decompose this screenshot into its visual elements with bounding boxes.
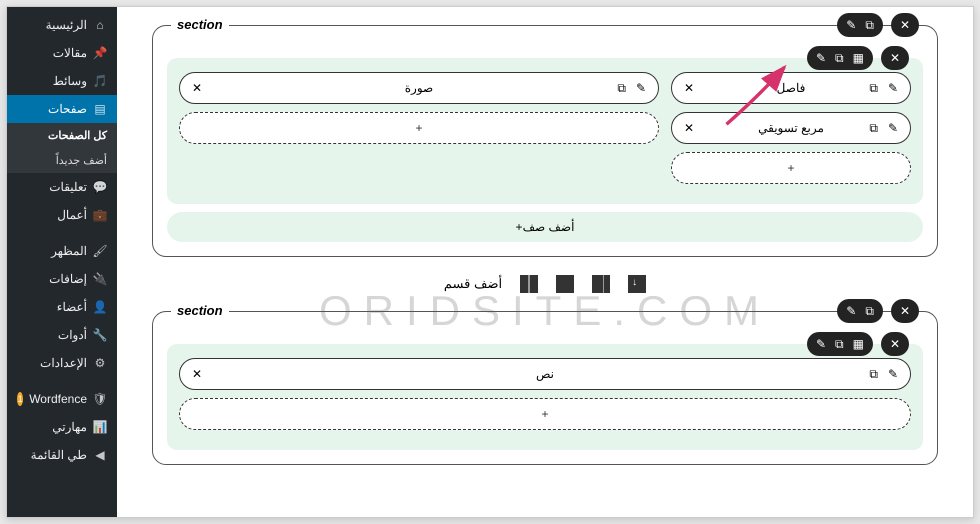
briefcase-icon: 💼 (93, 208, 107, 222)
sidebar-item-comments[interactable]: 💬تعليقات (7, 173, 117, 201)
shield-icon: 🛡 (93, 392, 107, 406)
close-icon[interactable]: ✕ (900, 304, 910, 318)
sidebar-item-posts[interactable]: 📌مقالات (7, 39, 117, 67)
clone-icon[interactable]: ⧉ (835, 337, 844, 352)
brush-icon: 🖌 (93, 244, 107, 258)
columns-icon[interactable]: ▦ (853, 337, 864, 351)
user-icon: 👤 (93, 300, 107, 314)
sidebar-sub-all-pages[interactable]: كل الصفحات (7, 123, 117, 148)
gear-icon: ⚙ (93, 356, 107, 370)
clone-icon[interactable]: ⧉ (869, 81, 878, 96)
sidebar-item-appearance[interactable]: 🖌المظهر (7, 237, 117, 265)
sidebar-item-skills[interactable]: 📊مهارتي (7, 413, 117, 441)
pin-icon: 📌 (93, 46, 107, 60)
sidebar-sub-add-new[interactable]: أضف جديداً (7, 148, 117, 173)
edit-icon[interactable]: ✎ (888, 121, 898, 136)
clone-icon[interactable]: ⧉ (869, 121, 878, 136)
add-element[interactable]: + (671, 152, 911, 184)
edit-icon[interactable]: ✎ (846, 18, 856, 32)
sidebar-item-wordfence[interactable]: 🛡Wordfence1 (7, 385, 117, 413)
row-2: ✎⧉▦ ✕ ✎⧉ نص ✕ + (167, 344, 923, 450)
sidebar-item-home[interactable]: ⌂الرئيسية (7, 11, 117, 39)
layout-icon-1col[interactable] (556, 275, 574, 293)
add-element[interactable]: + (179, 112, 659, 144)
section-2: section ✎⧉ ✕ ✎⧉▦ ✕ ✎⧉ نص ✕ + (152, 311, 938, 465)
notification-badge: 1 (17, 392, 23, 406)
element-text[interactable]: ✎⧉ نص ✕ (179, 358, 911, 390)
sidebar-item-media[interactable]: 🎵وسائط (7, 67, 117, 95)
edit-icon[interactable]: ✎ (636, 81, 646, 96)
element-divider[interactable]: ✎⧉ فاصل ✕ (671, 72, 911, 104)
sidebar-item-settings[interactable]: ⚙الإعدادات (7, 349, 117, 377)
add-section-bar: أضف قسم (152, 275, 938, 293)
sidebar-item-pages[interactable]: ▤صفحات (7, 95, 117, 123)
add-element[interactable]: + (179, 398, 911, 430)
clone-icon[interactable]: ⧉ (865, 18, 874, 33)
clone-icon[interactable]: ⧉ (617, 81, 626, 96)
close-icon[interactable]: ✕ (684, 121, 694, 135)
clone-icon[interactable]: ⧉ (865, 304, 874, 319)
columns-icon[interactable]: ▦ (853, 51, 864, 65)
layout-icon-2col[interactable] (520, 275, 538, 293)
sidebar-item-plugins[interactable]: 🔌إضافات (7, 265, 117, 293)
page-builder: ORIDSITE.COM section ✎⧉ ✕ ✎⧉▦ ✕ ✎⧉ صورة … (117, 7, 973, 517)
media-icon: 🎵 (93, 74, 107, 88)
clone-icon[interactable]: ⧉ (869, 367, 878, 382)
element-image[interactable]: ✎⧉ صورة ✕ (179, 72, 659, 104)
edit-icon[interactable]: ✎ (816, 51, 826, 65)
page-icon: ▤ (93, 102, 107, 116)
sidebar-item-users[interactable]: 👤أعضاء (7, 293, 117, 321)
close-icon[interactable]: ✕ (192, 81, 202, 95)
edit-icon[interactable]: ✎ (846, 304, 856, 318)
sidebar-collapse[interactable]: ◀طي القائمة (7, 441, 117, 469)
add-row-button[interactable]: + أضف صف (167, 212, 923, 242)
add-section-label: أضف قسم (444, 276, 502, 292)
bars-icon: 📊 (93, 420, 107, 434)
wrench-icon: 🔧 (93, 328, 107, 342)
close-icon[interactable]: ✕ (890, 337, 900, 351)
row-1: ✎⧉▦ ✕ ✎⧉ صورة ✕ + ✎⧉ فاصل ✕ (167, 58, 923, 204)
section-label: section (171, 303, 229, 318)
sidebar-item-tools[interactable]: 🔧أدوات (7, 321, 117, 349)
section-toolbar: ✎ ⧉ ✕ (837, 13, 919, 37)
edit-icon[interactable]: ✎ (816, 337, 826, 351)
layout-icon-sidebar[interactable] (592, 275, 610, 293)
close-icon[interactable]: ✕ (900, 18, 910, 32)
admin-sidebar: ⌂الرئيسية 📌مقالات 🎵وسائط ▤صفحات كل الصفح… (7, 7, 117, 517)
section-1: section ✎⧉ ✕ ✎⧉▦ ✕ ✎⧉ صورة ✕ + (152, 25, 938, 257)
comment-icon: 💬 (93, 180, 107, 194)
home-icon: ⌂ (93, 18, 107, 32)
close-icon[interactable]: ✕ (684, 81, 694, 95)
plugin-icon: 🔌 (93, 272, 107, 286)
close-icon[interactable]: ✕ (192, 367, 202, 381)
element-marketing-box[interactable]: ✎⧉ مربع تسويقي ✕ (671, 112, 911, 144)
edit-icon[interactable]: ✎ (888, 81, 898, 96)
layout-icon-import[interactable] (628, 275, 646, 293)
section-label: section (171, 17, 229, 32)
clone-icon[interactable]: ⧉ (835, 51, 844, 66)
sidebar-item-works[interactable]: 💼أعمال (7, 201, 117, 229)
edit-icon[interactable]: ✎ (888, 367, 898, 382)
collapse-icon: ◀ (93, 448, 107, 462)
close-icon[interactable]: ✕ (890, 51, 900, 65)
